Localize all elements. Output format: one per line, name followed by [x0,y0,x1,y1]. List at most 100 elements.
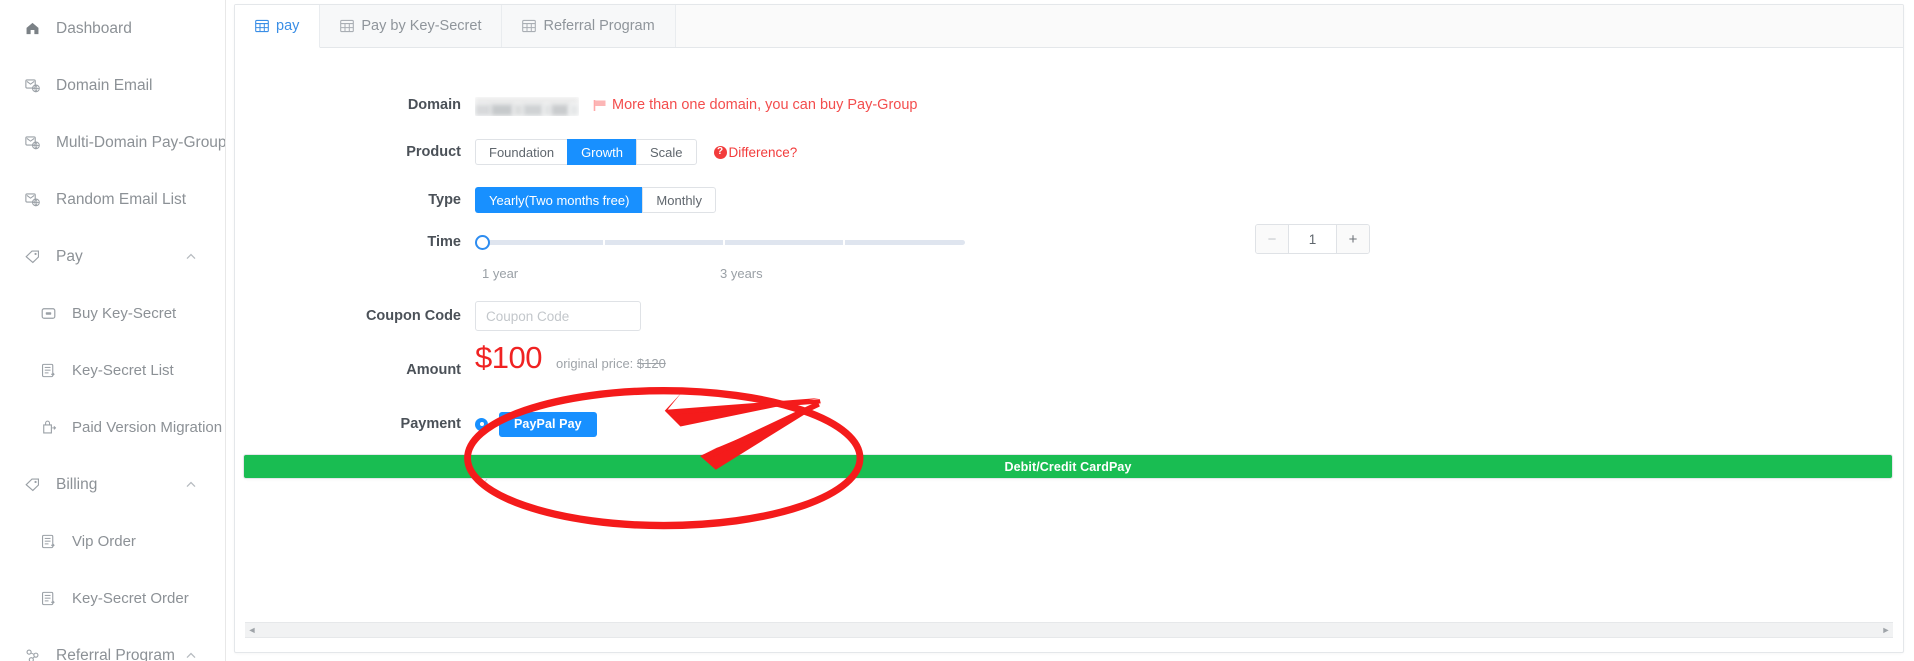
slider-tick [723,240,725,245]
amount-row: Amount $100 original price: $120 [235,342,1903,398]
sidebar-item-dashboard[interactable]: Dashboard [0,0,225,57]
sidebar-item-billing[interactable]: Billing [0,456,225,513]
difference-link[interactable]: ? Difference? [713,144,798,160]
share-icon [22,646,42,661]
stepper-value[interactable]: 1 [1289,225,1336,253]
sidebar-item-label: Dashboard [56,19,132,37]
domain-value-redacted[interactable] [475,96,579,116]
product-option-scale[interactable]: Scale [635,139,697,165]
tab-label: Pay by Key-Secret [361,18,482,34]
amount-price: $100 [475,340,542,375]
sidebar-item-domain-email[interactable]: Domain Email [0,57,225,114]
tab-strip: pay Pay by Key-Secret Referral Program [235,5,1903,48]
coupon-input[interactable] [475,301,641,331]
tab-label: pay [276,18,300,34]
tab-pay-by-key-secret[interactable]: Pay by Key-Secret [320,5,503,47]
stepper-decrement-button[interactable]: − [1256,225,1289,253]
time-marks-row: 1 year 3 years [235,260,1903,290]
tab-pay[interactable]: pay [235,5,321,48]
payment-row-card: Debit/Credit CardPay [235,450,1903,502]
slider-handle[interactable] [475,235,490,250]
sidebar-item-label: Billing [56,475,98,493]
debit-credit-card-pay-button[interactable]: Debit/Credit CardPay [243,454,1893,479]
payment-radio-paypal[interactable] [475,417,488,431]
mail-domain-icon [22,133,42,153]
product-row: Product Foundation Growth Scale ? Differ… [235,128,1903,176]
sidebar-item-referral-program[interactable]: Referral Program [0,627,225,661]
difference-link-label: Difference? [728,144,798,160]
sidebar-item-random-email-list[interactable]: Random Email List [0,171,225,228]
time-slider[interactable] [475,233,965,251]
sidebar-item-label: Vip Order [72,533,136,550]
amount-original: original price: $120 [556,356,666,371]
payment-row-paypal: Payment PayPal Pay [235,398,1903,450]
chevron-up-icon[interactable] [185,251,197,263]
migrate-icon [38,418,58,438]
tab-label: Referral Program [543,18,655,34]
list-doc-icon [38,532,58,552]
flag-icon [593,99,606,111]
list-doc-icon [38,361,58,381]
chevron-up-icon[interactable] [185,650,197,661]
type-label: Type [428,192,461,208]
sidebar-item-multi-domain-pay-group[interactable]: Multi-Domain Pay-Group [0,114,225,171]
slider-tick [603,240,605,245]
payment-label: Payment [400,416,461,432]
sidebar-item-vip-order[interactable]: Vip Order [0,513,225,570]
application-window: Dashboard Domain Email Multi-Domain Pay-Gr… [0,0,1914,661]
product-button-group: Foundation Growth Scale [475,139,697,165]
main-content: pay Pay by Key-Secret Referral Program D… [226,0,1914,661]
pay-form: Domain More than one domain, you can buy… [235,48,1903,652]
mail-domain-icon [22,76,42,96]
table-icon [255,19,269,33]
product-option-foundation[interactable]: Foundation [475,139,568,165]
product-option-growth[interactable]: Growth [567,139,636,165]
sidebar-item-key-secret-list[interactable]: Key-Secret List [0,342,225,399]
sidebar-item-label: Multi-Domain Pay-Group [56,133,226,151]
question-mark-icon: ? [713,145,727,159]
sidebar-item-label: Random Email List [56,190,187,208]
domain-row: Domain More than one domain, you can buy… [235,82,1903,128]
sidebar-item-label: Pay [56,247,83,265]
sidebar-item-buy-key-secret[interactable]: Buy Key-Secret [0,285,225,342]
sidebar-item-label: Domain Email [56,76,153,94]
tag-icon [22,247,42,267]
list-doc-icon [38,589,58,609]
original-price-prefix: original price: [555,356,634,371]
scroll-left-arrow[interactable]: ◄ [245,623,259,637]
pay-card: pay Pay by Key-Secret Referral Program D… [234,4,1904,653]
slider-min-label: 1 year [482,266,519,281]
box-icon [38,304,58,324]
sidebar-item-pay[interactable]: Pay [0,228,225,285]
sidebar-item-paid-version-migration[interactable]: Paid Version Migration [0,399,225,456]
domain-label: Domain [407,97,461,113]
slider-max-label: 3 years [720,266,763,281]
horizontal-scrollbar[interactable]: ◄ ► [245,622,1893,638]
tab-referral-program[interactable]: Referral Program [502,5,676,47]
slider-tick [843,240,845,245]
coupon-label: Coupon Code [365,308,461,324]
sidebar-item-key-secret-order[interactable]: Key-Secret Order [0,570,225,627]
type-option-monthly[interactable]: Monthly [642,187,716,213]
sidebar-item-label: Key-Secret List [72,362,174,379]
tag-icon [22,475,42,495]
time-row: Time − 1 + [235,224,1903,260]
sidebar-item-label: Referral Program [56,646,175,661]
table-icon [340,19,355,33]
sidebar-item-label: Paid Version Migration [72,419,223,436]
paypal-pay-button[interactable]: PayPal Pay [499,411,597,437]
original-price-value: $120 [636,356,666,371]
coupon-row: Coupon Code [235,290,1903,342]
sidebar-navigation: Dashboard Domain Email Multi-Domain Pay-Gr… [0,0,226,661]
type-button-group: Yearly(Two months free) Monthly [475,187,716,213]
type-option-yearly[interactable]: Yearly(Two months free) [475,187,643,213]
domain-note: More than one domain, you can buy Pay-Gr… [593,97,917,113]
home-icon [22,19,42,39]
chevron-up-icon[interactable] [185,479,197,491]
stepper-increment-button[interactable]: + [1336,225,1369,253]
quantity-stepper: − 1 + [1255,224,1370,254]
sidebar-item-label: Buy Key-Secret [72,305,177,322]
sidebar-item-label: Key-Secret Order [72,590,189,607]
type-row: Type Yearly(Two months free) Monthly [235,176,1903,224]
scroll-right-arrow[interactable]: ► [1879,623,1893,637]
